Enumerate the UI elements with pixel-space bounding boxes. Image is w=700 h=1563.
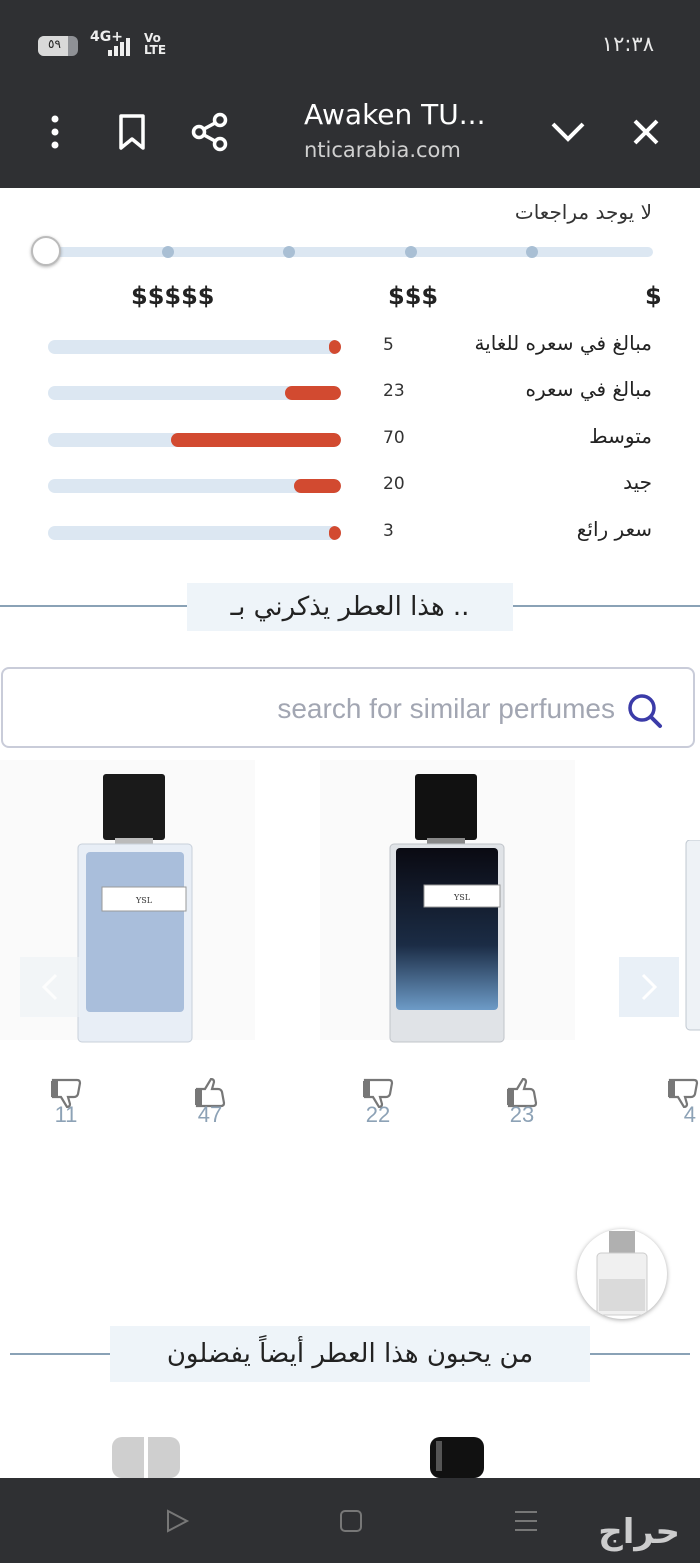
perfume-bottle-image[interactable]: YSL bbox=[72, 772, 198, 1044]
carousel-next-button[interactable] bbox=[619, 957, 679, 1017]
rating-row: 3 سعر رائع bbox=[0, 516, 700, 546]
rating-row: 23 مبالغ في سعره bbox=[0, 376, 700, 406]
rating-bar bbox=[48, 479, 341, 493]
like-button[interactable]: 23 bbox=[497, 1077, 547, 1128]
rating-bar-fill bbox=[329, 340, 341, 354]
slider-step bbox=[283, 246, 295, 258]
perfume-bottle-image[interactable] bbox=[110, 1435, 182, 1478]
rating-bar bbox=[48, 526, 341, 540]
carousel-prev-button[interactable] bbox=[20, 957, 80, 1017]
back-triangle-icon[interactable] bbox=[164, 1508, 190, 1534]
rating-count: 23 bbox=[383, 381, 405, 401]
similar-search-input[interactable] bbox=[13, 683, 617, 735]
share-icon[interactable] bbox=[188, 110, 232, 154]
svg-text:YSL: YSL bbox=[453, 893, 471, 902]
close-icon[interactable] bbox=[624, 110, 668, 154]
more-menu-icon[interactable] bbox=[33, 110, 77, 154]
price-scale-label: $ bbox=[645, 282, 662, 310]
slider-step bbox=[162, 246, 174, 258]
rating-bar-fill bbox=[294, 479, 341, 493]
dislike-button[interactable]: 4 bbox=[665, 1078, 700, 1128]
dislike-button[interactable]: 11 bbox=[41, 1078, 91, 1128]
rating-count: 70 bbox=[383, 428, 405, 448]
browser-chrome: ٥٩ 4G+ Vo LTE ١٢:٣٨ Awaken TU... nticara… bbox=[0, 0, 700, 188]
section-title-also-like: من يحبون هذا العطر أيضاً يفضلون bbox=[110, 1326, 590, 1382]
rating-bar-fill bbox=[171, 433, 341, 447]
price-scale-label: $$$$$ bbox=[131, 282, 215, 310]
system-nav-bar bbox=[0, 1478, 700, 1563]
signal-icon bbox=[108, 38, 132, 56]
rating-bar-fill bbox=[329, 526, 341, 540]
page-title: Awaken TU... bbox=[304, 98, 486, 131]
battery-level: ٥٩ bbox=[48, 37, 61, 51]
slider-step bbox=[526, 246, 538, 258]
bookmark-icon[interactable] bbox=[110, 110, 154, 154]
rating-bar bbox=[48, 433, 341, 447]
rating-count: 20 bbox=[383, 474, 405, 494]
svg-text:YSL: YSL bbox=[135, 896, 153, 905]
rating-label: جيد bbox=[623, 470, 652, 494]
search-icon[interactable] bbox=[627, 693, 663, 733]
rating-label: سعر رائع bbox=[576, 517, 652, 541]
rating-bar-fill bbox=[285, 386, 341, 400]
like-button[interactable]: 47 bbox=[185, 1077, 235, 1128]
current-perfume-thumbnail[interactable] bbox=[577, 1229, 667, 1319]
rating-label: مبالغ في سعره للغاية bbox=[474, 331, 652, 355]
rating-label: متوسط bbox=[589, 424, 652, 448]
perfume-bottle-image[interactable] bbox=[682, 840, 700, 1040]
rating-row: 70 متوسط bbox=[0, 423, 700, 453]
rating-count: 5 bbox=[383, 335, 394, 355]
dislike-button[interactable]: 22 bbox=[353, 1078, 403, 1128]
rating-count: 3 bbox=[383, 521, 394, 541]
recents-menu-icon[interactable] bbox=[513, 1509, 539, 1533]
no-reviews-text: لا يوجد مراجعات bbox=[514, 200, 652, 224]
volte-indicator: Vo LTE bbox=[144, 31, 167, 57]
slider-step bbox=[405, 246, 417, 258]
section-title-reminds: هذا العطر يذكرني بـ .. bbox=[187, 583, 513, 631]
battery-icon: ٥٩ bbox=[38, 36, 78, 56]
price-scale-label: $$$ bbox=[388, 282, 439, 310]
chevron-right-icon bbox=[641, 973, 658, 1001]
similar-search-box bbox=[1, 667, 695, 748]
rating-row: 20 جيد bbox=[0, 469, 700, 499]
price-slider-thumb[interactable] bbox=[31, 236, 61, 266]
home-square-icon[interactable] bbox=[339, 1509, 363, 1533]
rating-bar bbox=[48, 386, 341, 400]
rating-bar bbox=[48, 340, 341, 354]
page-url[interactable]: nticarabia.com bbox=[304, 138, 461, 162]
price-slider-track[interactable] bbox=[48, 247, 653, 257]
rating-row: 5 مبالغ في سعره للغاية bbox=[0, 330, 700, 360]
perfume-bottle-image[interactable]: YSL bbox=[384, 772, 510, 1044]
watermark-logo: حراج bbox=[598, 1512, 680, 1552]
chevron-down-icon[interactable] bbox=[546, 110, 590, 154]
rating-label: مبالغ في سعره bbox=[525, 377, 652, 401]
clock: ١٢:٣٨ bbox=[601, 32, 654, 56]
perfume-bottle-image[interactable] bbox=[428, 1435, 486, 1478]
